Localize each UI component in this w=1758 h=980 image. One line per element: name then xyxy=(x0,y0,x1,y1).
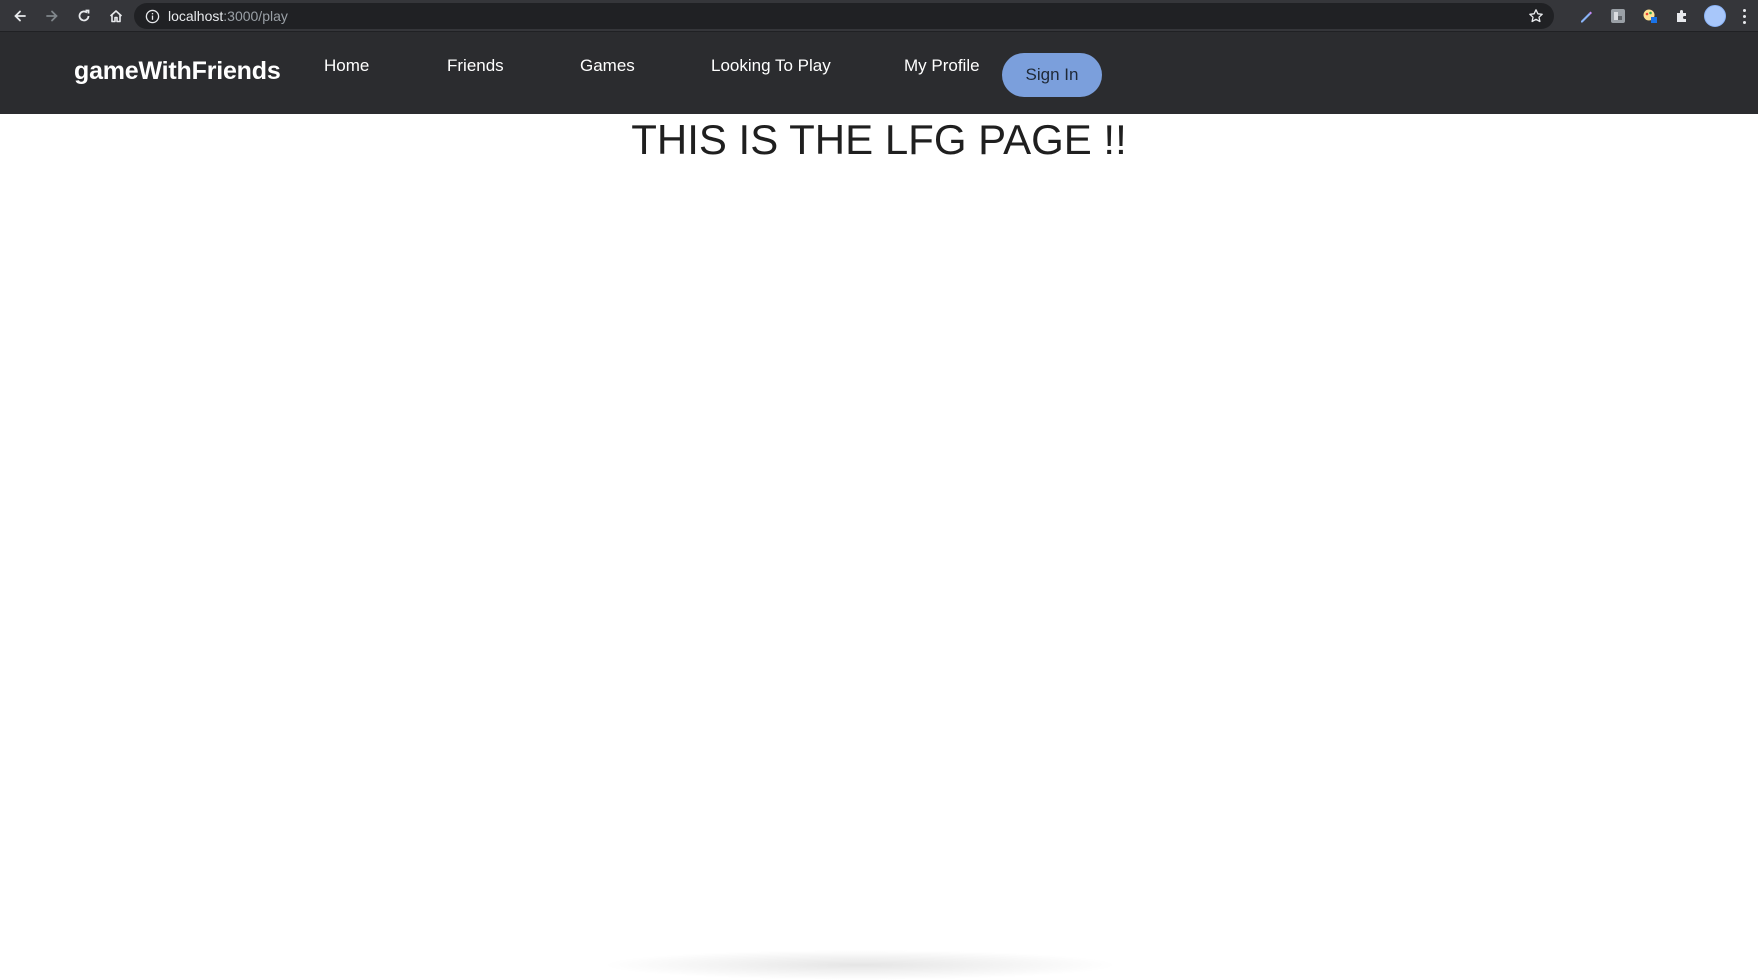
extensions-area xyxy=(1576,0,1758,32)
star-icon[interactable] xyxy=(1528,8,1544,24)
back-arrow-icon[interactable] xyxy=(8,4,32,28)
nav-link-friends[interactable]: Friends xyxy=(447,56,504,76)
brand-logo[interactable]: gameWithFriends xyxy=(74,57,281,86)
app-navbar: gameWithFriends Home Friends Games Looki… xyxy=(0,32,1758,114)
nav-link-home[interactable]: Home xyxy=(324,56,369,76)
info-icon[interactable] xyxy=(144,8,160,24)
url-text: localhost:3000/play xyxy=(168,8,288,24)
nav-link-my-profile[interactable]: My Profile xyxy=(904,56,980,76)
nav-link-looking-to-play[interactable]: Looking To Play xyxy=(711,56,831,76)
palette-extension-icon[interactable] xyxy=(1640,6,1660,26)
nav-link-games[interactable]: Games xyxy=(580,56,635,76)
reload-icon[interactable] xyxy=(72,4,96,28)
page-title: THIS IS THE LFG PAGE !! xyxy=(631,116,1127,163)
url-host: localhost xyxy=(168,8,224,24)
bottom-shadow xyxy=(600,950,1120,980)
sign-in-button[interactable]: Sign In xyxy=(1002,53,1102,97)
puzzle-extensions-icon[interactable] xyxy=(1672,6,1692,26)
avatar[interactable] xyxy=(1704,5,1726,27)
browser-toolbar: localhost:3000/play xyxy=(0,0,1758,32)
home-icon[interactable] xyxy=(104,4,128,28)
url-path: :3000/play xyxy=(223,8,288,24)
kebab-menu-icon[interactable] xyxy=(1738,6,1750,26)
address-bar[interactable]: localhost:3000/play xyxy=(134,3,1554,29)
pen-extension-icon[interactable] xyxy=(1576,6,1596,26)
forward-arrow-icon[interactable] xyxy=(40,4,64,28)
translate-extension-icon[interactable] xyxy=(1608,6,1628,26)
